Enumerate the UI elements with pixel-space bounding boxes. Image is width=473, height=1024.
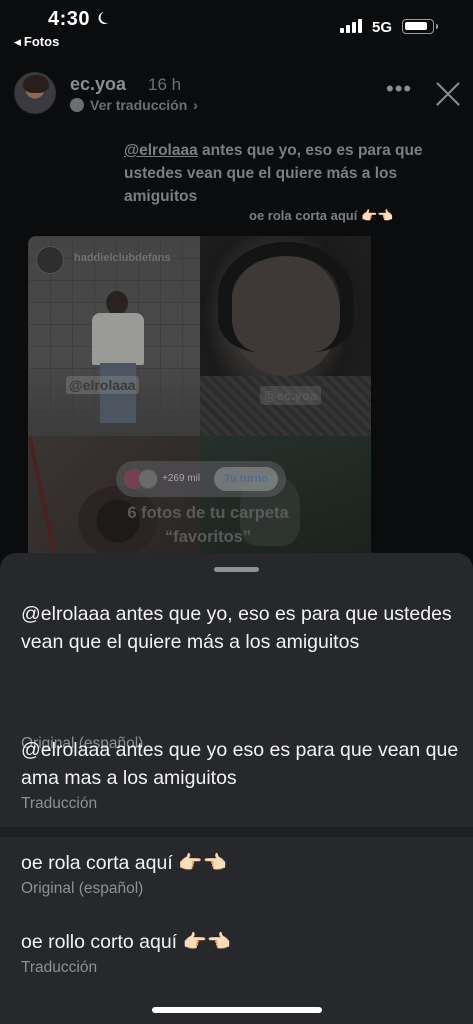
sticker-count: +269 mil — [162, 473, 201, 484]
home-indicator[interactable] — [152, 1007, 322, 1013]
item-label: Original (español) — [21, 880, 144, 897]
close-icon[interactable] — [434, 80, 462, 108]
story-caption: @elrolaaa antes que yo, eso es para que … — [124, 139, 434, 208]
translation-sheet: @elrolaaa antes que yo, eso es para que … — [0, 553, 473, 1024]
signal-icon — [340, 19, 364, 33]
story-sub-caption: oe rola corta aquí 👉🏻👈🏻 — [249, 208, 394, 223]
more-options-icon[interactable]: ••• — [386, 78, 412, 100]
back-triangle-icon: ◀ — [14, 37, 21, 47]
photo-cell-2: @ec.yoa — [200, 236, 371, 436]
your-turn-button[interactable]: Tu turno — [214, 467, 278, 491]
sheet-drag-handle[interactable] — [214, 567, 259, 572]
back-app-label: Fotos — [23, 34, 60, 49]
person-figure — [88, 291, 148, 431]
item-text: oe rollo corto aquí 👉🏻👈🏻 — [21, 931, 232, 953]
chevron-right-icon: › — [193, 97, 198, 113]
moon-icon — [98, 12, 109, 24]
see-translation-label: Ver traducción — [90, 97, 188, 113]
battery-icon — [402, 19, 438, 34]
network-type: 5G — [372, 19, 393, 36]
item-text: @elrolaaa antes que yo eso es para que v… — [21, 739, 459, 789]
story-time: 16 h — [148, 75, 182, 94]
status-bar: 4:30 ◀ Fotos 5G — [0, 0, 473, 56]
photo-tag-elrolaaa[interactable]: @elrolaaa — [66, 376, 139, 394]
story-header: ec.yoa 16 h Ver traducción › ••• — [0, 64, 473, 128]
back-to-app-link[interactable]: ◀ Fotos — [14, 34, 59, 49]
add-yours-sticker[interactable]: +269 mil Tu turno — [116, 461, 286, 497]
sticker-avatar — [138, 469, 158, 489]
status-time: 4:30 — [48, 8, 91, 30]
sticker-prompt: 6 fotos de tu carpeta “favoritos” — [127, 504, 289, 546]
photo-tag-ecyoa[interactable]: @ec.yoa — [260, 386, 322, 405]
avatar[interactable] — [14, 72, 56, 114]
cell1-username: haddielclubdefans — [74, 252, 171, 264]
item-text: oe rola corta aquí 👉🏻👈🏻 — [21, 852, 227, 874]
see-translation-button[interactable]: Ver traducción › — [70, 97, 198, 113]
item-label: Traducción — [21, 959, 98, 976]
globe-icon — [70, 98, 84, 112]
caption-mention[interactable]: @elrolaaa — [124, 142, 198, 159]
cell1-avatar — [36, 246, 64, 274]
item-text: @elrolaaa antes que yo, eso es para que … — [21, 603, 452, 653]
photo-cell-1: haddielclubdefans @elrolaaa — [28, 236, 200, 436]
item-label: Traducción — [21, 795, 98, 812]
section-divider — [0, 827, 473, 837]
story-username[interactable]: ec.yoa — [70, 74, 126, 95]
